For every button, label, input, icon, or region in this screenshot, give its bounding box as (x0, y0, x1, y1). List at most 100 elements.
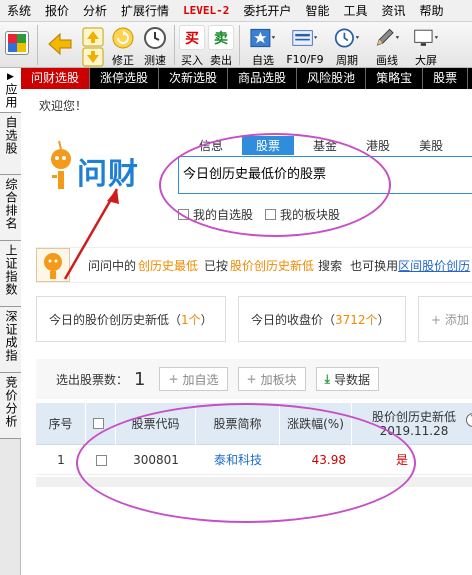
add-watchlist-button[interactable]: + 加自选 (159, 367, 228, 391)
export-data-button[interactable]: ⤓ 导数据 (315, 367, 379, 391)
condition-text: 今日的股价创历史新低（ (49, 312, 182, 327)
menu-system[interactable]: 系统 (0, 2, 38, 19)
add-condition-button[interactable]: + 添加 (418, 296, 472, 342)
buy-label: 买入 (181, 54, 203, 67)
sidebar-item-sz-index[interactable]: 深证成指 (0, 307, 21, 373)
annotation-ellipse-table (76, 403, 416, 523)
condition-tail: ） (377, 312, 390, 327)
period-label: 周期 (336, 54, 358, 67)
buy-button[interactable]: 买 买入 (178, 22, 206, 68)
tab-commodity[interactable]: 商品选股 (228, 68, 298, 89)
toolbar-divider (239, 25, 240, 65)
watchlist-label: 自选 (252, 54, 274, 67)
main-content: 欢迎您！ 问财 信息 股票 基金 港股 美股 今日创历史最低价的股票 我的自选股… (21, 89, 472, 575)
menu-analysis[interactable]: 分析 (76, 2, 114, 19)
annotation-arrow-icon (63, 188, 119, 280)
menu-extended-market[interactable]: 扩展行情 (114, 2, 176, 19)
tab-limit-up[interactable]: 涨停选股 (90, 68, 160, 89)
annotation-ellipse-search (159, 133, 391, 237)
sidebar-item-label: 自选股 (4, 116, 18, 155)
sell-label: 卖出 (210, 54, 232, 67)
tab-wencai[interactable]: 问财选股 (21, 68, 91, 89)
assist-suffix: 搜索 (318, 258, 343, 273)
watchlist-button[interactable]: 自选 (243, 22, 283, 68)
condition-card-new-low[interactable]: 今日的股价创历史新低（ 1个 ） (36, 296, 226, 342)
up-down-button[interactable] (79, 22, 107, 68)
up-down-arrow-icon (82, 27, 104, 70)
sidebar-item-label: 上证指数 (4, 244, 18, 296)
tab-strategy[interactable]: 策略宝 (366, 68, 424, 89)
refresh-button[interactable]: 修正 (107, 22, 139, 68)
assist-alt-prefix: 也可换用 (350, 258, 399, 273)
add-watchlist-label: 加自选 (182, 372, 219, 387)
back-button[interactable] (41, 22, 79, 68)
plus-icon: + (168, 372, 179, 386)
menu-smart[interactable]: 智能 (298, 2, 336, 19)
sidebar-item-ranking[interactable]: 综合排名 (0, 175, 21, 241)
col-new-low-title: 股价创历史新低 (371, 409, 456, 424)
select-all-checkbox[interactable] (93, 418, 104, 429)
assist-term-original: 创历史最低 (138, 258, 199, 273)
col-index[interactable]: 序号 (36, 402, 86, 445)
sidebar-item-label: 综合排名 (4, 178, 18, 230)
sidebar-item-apps[interactable]: ▶ 应用 (0, 68, 21, 113)
tab-risk-pool[interactable]: 风险股池 (297, 68, 367, 89)
period-button[interactable]: 周期 (327, 22, 367, 68)
menu-help[interactable]: 帮助 (412, 2, 450, 19)
results-count-label: 选出股票数： (56, 372, 129, 387)
menu-level2[interactable]: LEVEL-2 (176, 4, 236, 17)
refresh-label: 修正 (112, 54, 134, 67)
search-tab-us[interactable]: 美股 (409, 136, 453, 155)
f10-icon (292, 25, 318, 51)
export-data-label: 导数据 (333, 372, 370, 387)
buy-icon: 买 (179, 25, 205, 50)
menu-bar: 系统 报价 分析 扩展行情 LEVEL-2 委托开户 智能 工具 资讯 帮助 (0, 0, 472, 22)
draw-line-button[interactable]: 画线 (367, 22, 407, 68)
left-sidebar: ▶ 应用 自选股 综合排名 上证指数 深证成指 竞价分析 (0, 68, 21, 575)
menu-news[interactable]: 资讯 (374, 2, 412, 19)
add-condition-label: + 添加 (431, 312, 469, 327)
big-screen-label: 大屏 (415, 54, 437, 67)
sell-icon: 卖 (208, 25, 234, 50)
sell-button[interactable]: 卖 卖出 (206, 22, 236, 68)
sidebar-item-label: 应用 (4, 83, 18, 109)
condition-tail: ） (200, 312, 213, 327)
refresh-icon (110, 25, 136, 50)
function-tab-bar: 问财选股 涨停选股 次新选股 商品选股 风险股池 策略宝 股票 (21, 68, 472, 89)
f10-label: F10/F9 (286, 53, 324, 66)
assist-term-interpreted: 股价创历史新低 (230, 258, 315, 273)
assist-alt-link[interactable]: 区间股价创历 (398, 257, 470, 274)
f10-button[interactable]: F10/F9 (283, 22, 327, 68)
sidebar-item-label: 竞价分析 (4, 376, 18, 428)
tab-stocks[interactable]: 股票 (423, 68, 469, 89)
sidebar-item-label: 深证成指 (4, 310, 18, 362)
star-icon (250, 25, 276, 50)
color-block-button[interactable] (0, 22, 34, 68)
period-icon (334, 25, 360, 50)
add-sector-button[interactable]: + 加板块 (237, 367, 306, 391)
expand-arrow-icon: ▶ (7, 72, 14, 82)
menu-quote[interactable]: 报价 (38, 2, 76, 19)
big-screen-button[interactable]: 大屏 (407, 22, 445, 68)
condition-cards: 今日的股价创历史新低（ 1个 ） 今日的收盘价（ 3712个 ） + 添加 (36, 296, 472, 342)
results-toolbar: 选出股票数： 1 + 加自选 + 加板块 ⤓ 导数据 (36, 359, 472, 399)
menu-trade-account[interactable]: 委托开户 (236, 2, 298, 19)
results-count: 1 (134, 368, 146, 390)
assist-mid: 已按 (204, 258, 229, 273)
download-icon: ⤓ (324, 371, 330, 386)
sidebar-item-auction[interactable]: 竞价分析 (0, 373, 21, 439)
condition-card-close[interactable]: 今日的收盘价（ 3712个 ） (238, 296, 406, 342)
sidebar-item-sh-index[interactable]: 上证指数 (0, 241, 21, 307)
speed-test-label: 测速 (144, 54, 166, 67)
sidebar-item-watchlist[interactable]: 自选股 (0, 113, 21, 175)
toolbar-divider (174, 25, 175, 65)
condition-text: 今日的收盘价（ (251, 312, 336, 327)
plus-icon: + (246, 372, 257, 386)
add-sector-label: 加板块 (260, 372, 297, 387)
speed-test-button[interactable]: 测速 (139, 22, 171, 68)
welcome-text: 欢迎您！ (39, 99, 88, 113)
condition-count: 1个 (181, 312, 201, 327)
toolbar-divider (37, 25, 38, 65)
menu-tools[interactable]: 工具 (336, 2, 374, 19)
tab-new-stocks[interactable]: 次新选股 (159, 68, 229, 89)
